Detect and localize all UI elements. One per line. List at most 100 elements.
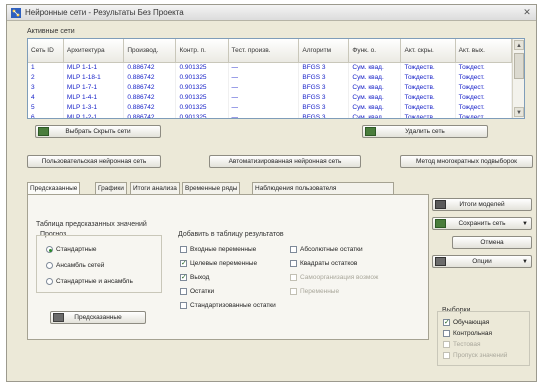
checkbox-training[interactable]: ✓ Обучающая bbox=[443, 319, 489, 326]
scroll-thumb[interactable] bbox=[514, 53, 524, 79]
grid-icon bbox=[38, 127, 49, 136]
table-cell: Тождеств. bbox=[400, 92, 456, 102]
select-all-nets-button[interactable]: Выбрать Скрыть сети bbox=[35, 125, 161, 138]
checkbox-squared-residuals[interactable]: Квадраты остатков bbox=[290, 260, 357, 267]
checkbox-box bbox=[443, 352, 450, 359]
table-cell: MLP 1-4-1 bbox=[63, 92, 125, 102]
table-cell: BFGS 3 bbox=[298, 102, 350, 112]
radio-ensemble[interactable]: Ансамбль сетей bbox=[46, 262, 104, 269]
column-header[interactable]: Акт. вых. bbox=[455, 39, 513, 63]
column-header[interactable]: Тест. произв. bbox=[228, 39, 300, 63]
nets-grid: Сеть ID Архитектура Производ. Контр. п. Тест… bbox=[28, 39, 513, 118]
table-cell: 6 bbox=[28, 112, 64, 118]
checkbox-box bbox=[290, 288, 297, 295]
close-icon[interactable]: ✕ bbox=[521, 7, 533, 19]
predictions-button[interactable]: Предсказанные bbox=[50, 311, 146, 324]
auto-net-button[interactable]: Автоматизированная нейронная сеть bbox=[209, 155, 361, 168]
cancel-button[interactable]: Отмена bbox=[452, 236, 532, 249]
table-row[interactable]: 5 MLP 1-3-1 0.886742 0.901325— BFGS 3 Сум. кв… bbox=[28, 102, 513, 112]
scroll-up-icon[interactable]: ▲ bbox=[514, 40, 524, 50]
checkbox-target-vars[interactable]: ✓ Целевые переменные bbox=[180, 260, 257, 267]
table-cell: Сум. квад. bbox=[348, 102, 402, 112]
user-net-button[interactable]: Пользовательская нейронная сеть bbox=[27, 155, 161, 168]
table-cell: MLP 1-18-1 bbox=[63, 72, 125, 82]
delete-net-button[interactable]: Удалить сеть bbox=[362, 125, 488, 138]
table-cell: Тождеств. bbox=[400, 112, 456, 118]
table-cell: 0.901325 bbox=[175, 72, 229, 82]
save-icon bbox=[435, 219, 446, 228]
table-cell: 3 bbox=[28, 82, 64, 92]
checkbox-residuals[interactable]: Остатки bbox=[180, 288, 214, 295]
title-bar: Нейронные сети - Результаты Без Проекта … bbox=[7, 5, 536, 21]
table-cell: Тождест. bbox=[455, 102, 513, 112]
column-header[interactable]: Контр. п. bbox=[175, 39, 229, 63]
table-cell: — bbox=[228, 62, 300, 72]
table-cell: 0.901325 bbox=[175, 62, 229, 72]
checkbox-abs-residuals[interactable]: Абсолютные остатки bbox=[290, 246, 363, 253]
column-header[interactable]: Архитектура bbox=[63, 39, 125, 63]
radio-dot bbox=[46, 278, 53, 285]
options-icon bbox=[435, 257, 446, 266]
checkbox-missing[interactable]: Пропуск значений bbox=[443, 352, 507, 359]
scroll-down-icon[interactable]: ▼ bbox=[514, 107, 524, 117]
checkbox-input-vars[interactable]: Входные переменные bbox=[180, 246, 256, 253]
table-cell: Тождеств. bbox=[400, 62, 456, 72]
column-header[interactable]: Алгоритм bbox=[298, 39, 350, 63]
options-button[interactable]: Опции ▼ bbox=[432, 255, 532, 268]
tab-summary[interactable]: Итоги анализа bbox=[130, 182, 180, 194]
table-row[interactable]: 6 MLP 1-2-1 0.886742 0.901325— BFGS 3 Сум. кв… bbox=[28, 112, 513, 118]
dropdown-arrow-icon: ▼ bbox=[522, 220, 528, 227]
table-row[interactable]: 4 MLP 1-4-1 0.886742 0.901325— BFGS 3 Сум. кв… bbox=[28, 92, 513, 102]
active-nets-label: Активные сети bbox=[27, 28, 75, 35]
checkbox-box: ✓ bbox=[180, 260, 187, 267]
table-cell: Сум. квад. bbox=[348, 112, 402, 118]
table-row[interactable]: 1 MLP 1-1-1 0.886742 0.901325— BFGS 3 Сум. кв… bbox=[28, 62, 513, 72]
table-cell: Сум. квад. bbox=[348, 72, 402, 82]
radio-standard-and-ensemble[interactable]: Стандартные и ансамбль bbox=[46, 278, 133, 285]
dialog-window: Нейронные сети - Результаты Без Проекта … bbox=[6, 4, 537, 382]
grid-icon bbox=[365, 127, 376, 136]
table-cell: — bbox=[228, 92, 300, 102]
table-cell: BFGS 3 bbox=[298, 62, 350, 72]
active-nets-table[interactable]: Сеть ID Архитектура Производ. Контр. п. Тест… bbox=[27, 38, 525, 119]
table-cell: 0.886742 bbox=[123, 92, 177, 102]
table-icon bbox=[53, 313, 64, 322]
checkbox-validation[interactable]: Контрольная bbox=[443, 330, 492, 337]
column-header[interactable]: Производ. bbox=[123, 39, 177, 63]
table-cell: 0.886742 bbox=[123, 102, 177, 112]
tab-graphs[interactable]: Графики bbox=[95, 182, 127, 194]
table-cell: MLP 1-2-1 bbox=[63, 112, 125, 118]
tab-user-cases[interactable]: Наблюдения пользователя bbox=[252, 182, 394, 194]
summary-icon bbox=[435, 200, 446, 209]
checkbox-box: ✓ bbox=[180, 274, 187, 281]
checkbox-test[interactable]: Тестовая bbox=[443, 341, 481, 348]
table-cell: 0.901325 bbox=[175, 82, 229, 92]
checkbox-self-org[interactable]: Самоорганизация возмож bbox=[290, 274, 378, 281]
table-row[interactable]: 2 MLP 1-18-1 0.886742 0.901325— BFGS 3 Сум. к… bbox=[28, 72, 513, 82]
table-cell: 0.901325 bbox=[175, 112, 229, 118]
checkbox-box bbox=[290, 260, 297, 267]
checkbox-output[interactable]: ✓ Выход bbox=[180, 274, 209, 281]
table-cell: Тождест. bbox=[455, 92, 513, 102]
checkbox-variables[interactable]: Переменные bbox=[290, 288, 339, 295]
subsample-button[interactable]: Метод многократных подвыборок bbox=[400, 155, 533, 168]
table-cell: Тождест. bbox=[455, 112, 513, 118]
table-cell: 0.886742 bbox=[123, 82, 177, 92]
add-to-results-title: Добавить в таблицу результатов bbox=[178, 231, 284, 238]
save-net-button[interactable]: Сохранить сеть ▼ bbox=[432, 217, 532, 230]
window-title: Нейронные сети - Результаты Без Проекта bbox=[25, 8, 184, 17]
table-cell: Сум. квад. bbox=[348, 62, 402, 72]
tab-timeseries[interactable]: Временные ряды bbox=[182, 182, 241, 194]
checkbox-std-residuals[interactable]: Стандартизованные остатки bbox=[180, 302, 276, 309]
table-cell: BFGS 3 bbox=[298, 82, 350, 92]
column-header[interactable]: Акт. скры. bbox=[400, 39, 456, 63]
table-scrollbar[interactable]: ▲ ▼ bbox=[512, 39, 524, 118]
models-summary-button[interactable]: Итоги моделей bbox=[432, 198, 532, 211]
radio-standard[interactable]: Стандартные bbox=[46, 246, 97, 253]
table-cell: MLP 1-7-1 bbox=[63, 82, 125, 92]
table-row[interactable]: 3 MLP 1-7-1 0.886742 0.901325— BFGS 3 Сум. кв… bbox=[28, 82, 513, 92]
column-header[interactable]: Функ. о. bbox=[348, 39, 402, 63]
column-header[interactable]: Сеть ID bbox=[28, 39, 64, 63]
table-cell: 0.886742 bbox=[123, 112, 177, 118]
checkbox-box: ✓ bbox=[443, 319, 450, 326]
